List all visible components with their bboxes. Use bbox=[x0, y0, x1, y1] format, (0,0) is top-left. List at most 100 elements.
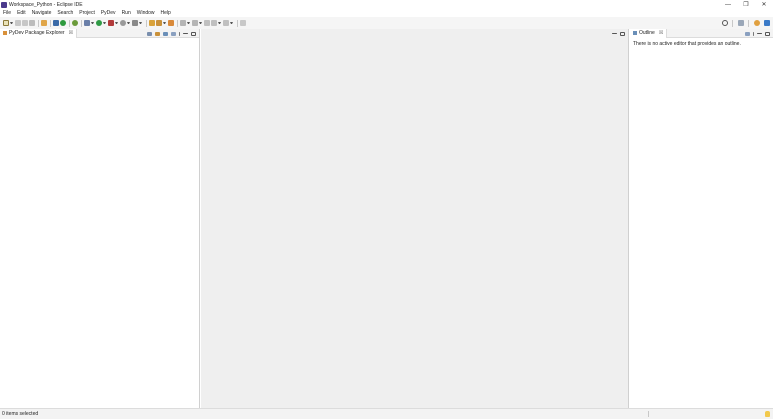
package-explorer-icon bbox=[3, 31, 7, 35]
coverage-icon[interactable] bbox=[108, 20, 114, 26]
debug-dropdown-icon[interactable] bbox=[91, 21, 94, 25]
tab-package-explorer[interactable]: PyDev Package Explorer ☒ bbox=[0, 28, 78, 38]
save-all-icon[interactable] bbox=[22, 20, 28, 26]
main-toolbar bbox=[0, 17, 773, 29]
package-explorer-header: PyDev Package Explorer ☒ bbox=[0, 28, 199, 38]
menu-search[interactable]: Search bbox=[57, 10, 73, 16]
outline-icon bbox=[633, 31, 637, 35]
perspective-toolbar bbox=[719, 17, 771, 29]
print-icon[interactable] bbox=[29, 20, 35, 26]
toolbar-separator bbox=[69, 19, 70, 27]
back-dropdown-icon[interactable] bbox=[218, 21, 221, 25]
menu-navigate[interactable]: Navigate bbox=[32, 10, 52, 16]
tab-label: Outline bbox=[639, 30, 655, 36]
back-icon[interactable] bbox=[211, 20, 217, 26]
close-window-button[interactable]: ✕ bbox=[755, 0, 773, 9]
outline-header: Outline ☒ bbox=[630, 28, 773, 38]
minimize-view-icon[interactable] bbox=[183, 33, 188, 34]
view-menu-icon[interactable] bbox=[753, 31, 754, 36]
toolbar-separator bbox=[237, 19, 238, 27]
toolbar-separator bbox=[146, 19, 147, 27]
menu-bar: File Edit Navigate Search Project PyDev … bbox=[0, 9, 773, 17]
pydev-perspective-icon[interactable] bbox=[754, 20, 760, 26]
minimize-view-icon[interactable] bbox=[757, 33, 762, 34]
annotation-prev-icon[interactable] bbox=[192, 20, 198, 26]
search-icon[interactable] bbox=[722, 20, 728, 26]
annotation-next-dropdown-icon[interactable] bbox=[187, 21, 190, 25]
pydev-new-project-icon[interactable] bbox=[41, 20, 47, 26]
toolbar-separator bbox=[177, 19, 178, 27]
editor-tools bbox=[609, 29, 625, 38]
pin-editor-icon[interactable] bbox=[240, 20, 246, 26]
toolbar-separator bbox=[38, 19, 39, 27]
status-bar: 0 items selected bbox=[0, 408, 773, 419]
forward-dropdown-icon[interactable] bbox=[230, 21, 233, 25]
refresh-icon[interactable] bbox=[72, 20, 78, 26]
outline-tools bbox=[742, 29, 770, 38]
window-title: Workspace_Python - Eclipse IDE bbox=[9, 1, 83, 8]
title-bar: Workspace_Python - Eclipse IDE — ❐ ✕ bbox=[0, 0, 773, 9]
maximize-view-icon[interactable] bbox=[191, 31, 196, 36]
view-menu-icon[interactable] bbox=[179, 31, 180, 36]
tip-bulb-icon[interactable] bbox=[765, 411, 770, 417]
focus-icon[interactable] bbox=[171, 31, 176, 36]
tab-outline[interactable]: Outline ☒ bbox=[630, 28, 668, 38]
close-tab-icon[interactable]: ☒ bbox=[69, 30, 73, 36]
coverage-dropdown-icon[interactable] bbox=[115, 21, 118, 25]
toolbar-separator bbox=[81, 19, 82, 27]
toolbar-separator bbox=[50, 19, 51, 27]
window-controls: — ❐ ✕ bbox=[719, 0, 773, 9]
python-icon[interactable] bbox=[60, 20, 66, 26]
annotation-prev-dropdown-icon[interactable] bbox=[199, 21, 202, 25]
open-perspective-icon[interactable] bbox=[738, 20, 744, 26]
menu-run[interactable]: Run bbox=[122, 10, 131, 16]
maximize-view-icon[interactable] bbox=[765, 31, 770, 36]
forward-icon[interactable] bbox=[223, 20, 229, 26]
search-files-icon[interactable] bbox=[168, 20, 174, 26]
package-explorer-tools bbox=[144, 29, 196, 38]
collapse-all-icon[interactable] bbox=[147, 31, 152, 36]
annotation-next-icon[interactable] bbox=[180, 20, 186, 26]
sort-icon[interactable] bbox=[745, 31, 750, 36]
editor-area bbox=[201, 29, 629, 408]
outline-empty-message: There is no active editor that provides … bbox=[633, 41, 741, 47]
run-dropdown-icon[interactable] bbox=[103, 21, 106, 25]
restore-button[interactable]: ❐ bbox=[737, 0, 755, 9]
menu-window[interactable]: Window bbox=[137, 10, 155, 16]
java-perspective-icon[interactable] bbox=[764, 20, 770, 26]
eclipse-app-icon bbox=[1, 1, 7, 8]
filter-icon[interactable] bbox=[163, 31, 168, 36]
menu-file[interactable]: File bbox=[3, 10, 11, 16]
close-tab-icon[interactable]: ☒ bbox=[659, 30, 663, 36]
outline-panel: Outline ☒ There is no active editor that… bbox=[630, 28, 773, 408]
link-with-editor-icon[interactable] bbox=[155, 31, 160, 36]
console-icon[interactable] bbox=[53, 20, 59, 26]
toolbar-separator bbox=[748, 19, 749, 27]
last-edit-icon[interactable] bbox=[204, 20, 210, 26]
new-dropdown-icon[interactable] bbox=[10, 21, 13, 25]
tab-label: PyDev Package Explorer bbox=[9, 30, 65, 36]
open-type-icon[interactable] bbox=[132, 20, 138, 26]
save-icon[interactable] bbox=[15, 20, 21, 26]
external-tools-dropdown-icon[interactable] bbox=[127, 21, 130, 25]
minimize-editor-icon[interactable] bbox=[612, 33, 617, 34]
new-icon[interactable] bbox=[3, 20, 9, 26]
menu-edit[interactable]: Edit bbox=[17, 10, 26, 16]
status-text: 0 items selected bbox=[2, 411, 39, 417]
open-task-icon[interactable] bbox=[156, 20, 162, 26]
menu-help[interactable]: Help bbox=[161, 10, 171, 16]
run-icon[interactable] bbox=[96, 20, 102, 26]
open-folder-icon[interactable] bbox=[149, 20, 155, 26]
editor-header bbox=[201, 29, 628, 38]
maximize-editor-icon[interactable] bbox=[620, 31, 625, 36]
menu-pydev[interactable]: PyDev bbox=[101, 10, 116, 16]
toolbar-separator bbox=[732, 19, 733, 27]
menu-project[interactable]: Project bbox=[79, 10, 95, 16]
open-task-dropdown-icon[interactable] bbox=[163, 21, 166, 25]
open-type-dropdown-icon[interactable] bbox=[139, 21, 142, 25]
debug-icon[interactable] bbox=[84, 20, 90, 26]
status-divider bbox=[648, 411, 649, 417]
minimize-button[interactable]: — bbox=[719, 0, 737, 9]
external-tools-icon[interactable] bbox=[120, 20, 126, 26]
package-explorer-panel: PyDev Package Explorer ☒ bbox=[0, 28, 200, 408]
